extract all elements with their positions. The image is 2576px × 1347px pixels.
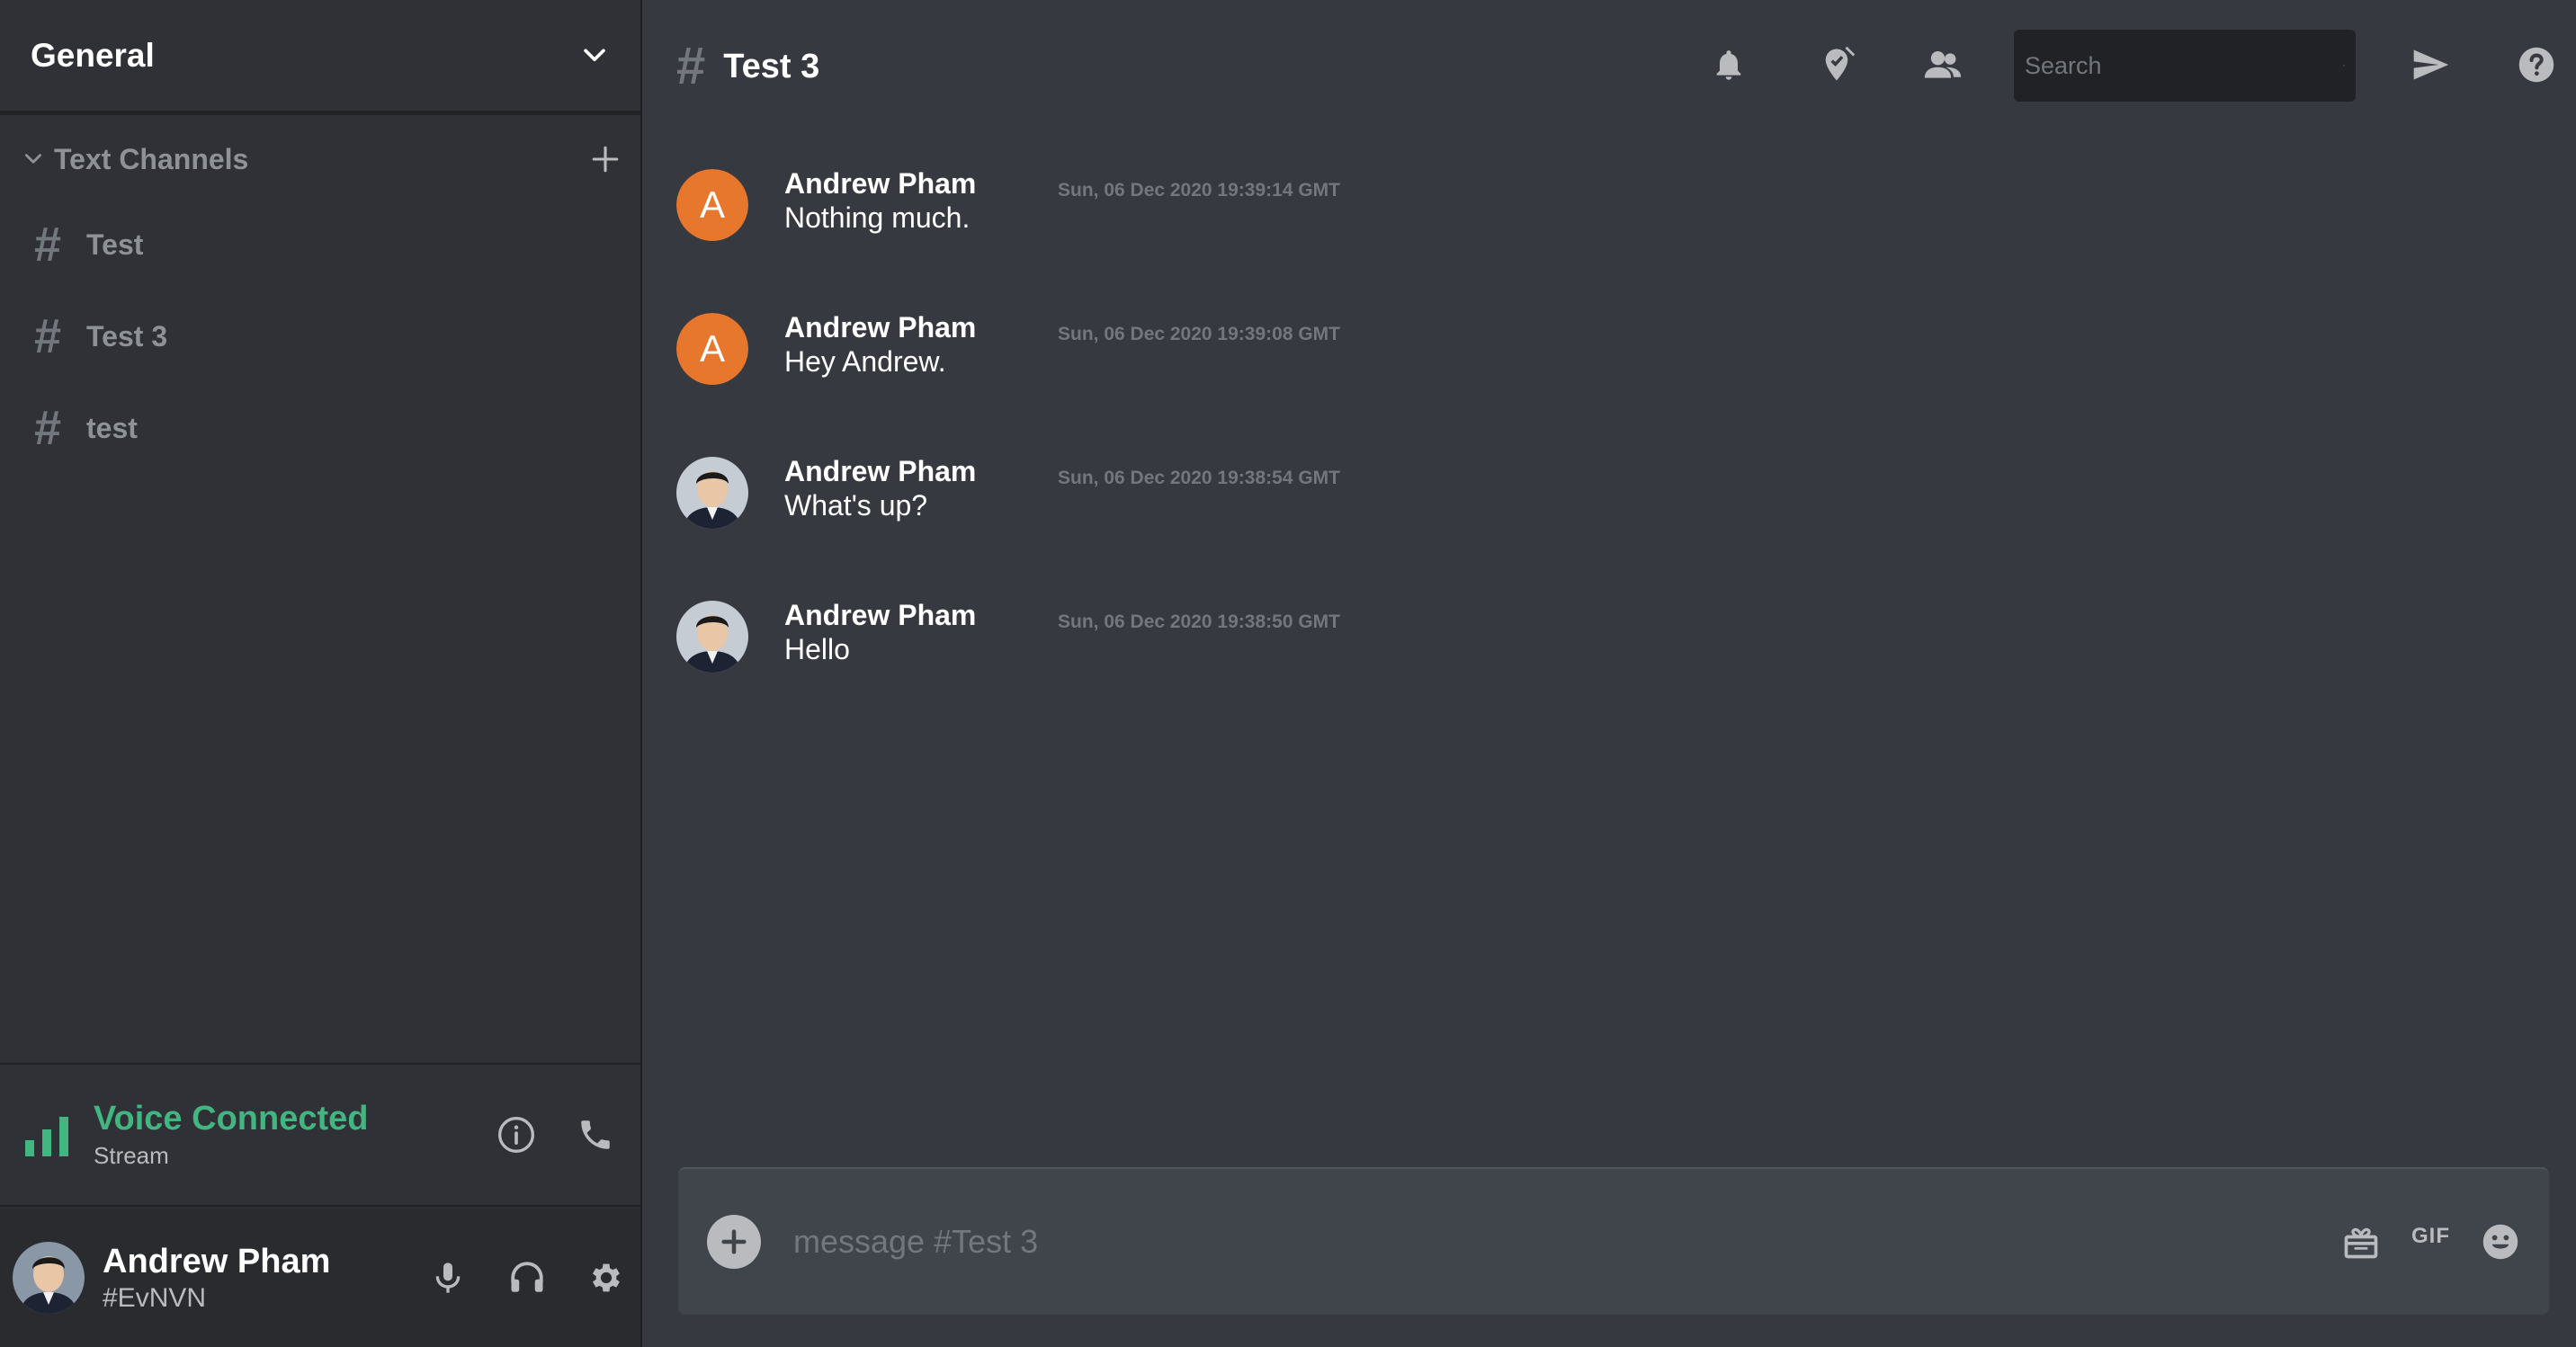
inbox-button[interactable]	[2407, 41, 2454, 88]
voice-info-button[interactable]	[495, 1113, 538, 1156]
message-item: A Andrew Pham Sun, 06 Dec 2020 19:39:08 …	[676, 311, 1936, 394]
help-icon	[2518, 47, 2554, 83]
signal-bars-icon	[25, 1117, 68, 1156]
message-input[interactable]	[793, 1223, 2311, 1261]
avatar[interactable]	[676, 457, 748, 529]
user-panel: Andrew Pham #EvNVN	[0, 1209, 640, 1347]
message-text: Hello	[784, 633, 850, 665]
search-bar[interactable]	[2014, 30, 2356, 102]
voice-status-text: Voice Connected Stream	[94, 1100, 459, 1170]
plus-circle-icon	[721, 1229, 747, 1254]
category-label: Text Channels	[54, 142, 249, 175]
gear-icon	[592, 1263, 620, 1292]
avatar[interactable]: A	[676, 313, 748, 385]
message-timestamp: Sun, 06 Dec 2020 19:38:54 GMT	[1058, 468, 1340, 488]
channel-item-test-lower[interactable]: # test	[34, 401, 610, 455]
message-author[interactable]: Andrew Pham	[784, 167, 976, 201]
phone-icon	[581, 1120, 610, 1149]
member-list-button[interactable]	[1919, 41, 1966, 88]
message-item: Andrew Pham Sun, 06 Dec 2020 19:38:54 GM…	[676, 455, 1936, 538]
attach-button[interactable]	[707, 1215, 761, 1269]
channel-item-test-3[interactable]: # Test 3	[34, 309, 610, 363]
avatar[interactable]: A	[676, 169, 748, 241]
hash-icon: #	[34, 309, 62, 363]
mute-button[interactable]	[426, 1256, 470, 1299]
hash-icon: #	[676, 37, 706, 95]
chevron-down-icon[interactable]	[579, 40, 610, 71]
disconnect-button[interactable]	[574, 1113, 617, 1156]
message-author[interactable]: Andrew Pham	[784, 599, 976, 632]
deafen-button[interactable]	[505, 1256, 549, 1299]
user-avatar-photo	[13, 1242, 85, 1314]
help-button[interactable]	[2513, 41, 2560, 88]
message-text: Nothing much.	[784, 201, 970, 234]
gift-button[interactable]	[2341, 1218, 2381, 1265]
channel-item-test[interactable]: # Test	[34, 218, 610, 272]
username: Andrew Pham	[103, 1242, 331, 1280]
message-timestamp: Sun, 06 Dec 2020 19:39:14 GMT	[1058, 180, 1340, 201]
bell-icon	[1716, 50, 1741, 80]
message-item: Andrew Pham Sun, 06 Dec 2020 19:38:50 GM…	[676, 599, 1936, 682]
user-info: Andrew Pham #EvNVN	[103, 1243, 390, 1314]
avatar-letter: A	[676, 313, 748, 385]
notifications-button[interactable]	[1705, 41, 1752, 88]
pin-icon	[1825, 46, 1856, 81]
channel-sidebar: General Text Channels # Test # Test 3 # …	[0, 0, 642, 1347]
gif-button[interactable]: GIF	[2411, 1218, 2450, 1265]
avatar-letter: A	[676, 169, 748, 241]
emoji-button[interactable]	[2481, 1218, 2520, 1265]
plus-icon[interactable]	[590, 144, 621, 174]
user-avatar-photo	[676, 601, 748, 673]
microphone-icon	[435, 1262, 461, 1293]
voice-channel-name: Stream	[94, 1142, 169, 1169]
chat-area: # Test 3 A Andrew Pham Sun, 06 Dec 2020 …	[642, 0, 2576, 1347]
pinned-messages-button[interactable]	[1813, 41, 1860, 88]
channel-label: Test 3	[86, 319, 168, 352]
info-icon	[498, 1117, 534, 1153]
message-timestamp: Sun, 06 Dec 2020 19:39:08 GMT	[1058, 324, 1340, 344]
gif-label: GIF	[2411, 1224, 2450, 1248]
message-text: What's up?	[784, 489, 928, 522]
hash-icon: #	[34, 401, 62, 455]
voice-status: Voice Connected	[94, 1100, 369, 1137]
message-author[interactable]: Andrew Pham	[784, 455, 976, 488]
headphones-icon	[511, 1262, 543, 1292]
channel-label: Test	[86, 227, 144, 261]
message-item: A Andrew Pham Sun, 06 Dec 2020 19:39:14 …	[676, 167, 1936, 250]
server-header[interactable]: General	[0, 0, 640, 115]
members-icon	[1924, 50, 1962, 78]
send-icon	[2413, 49, 2449, 80]
user-settings-button[interactable]	[585, 1256, 628, 1299]
user-avatar-photo	[676, 457, 748, 529]
search-icon[interactable]	[2343, 48, 2345, 84]
hash-icon: #	[34, 218, 62, 272]
message-timestamp: Sun, 06 Dec 2020 19:38:50 GMT	[1058, 611, 1340, 632]
search-input[interactable]	[2025, 51, 2343, 80]
avatar[interactable]	[676, 601, 748, 673]
gift-icon	[2344, 1227, 2378, 1259]
emoji-icon	[2482, 1224, 2518, 1260]
channel-label: test	[86, 411, 138, 444]
avatar[interactable]	[13, 1242, 85, 1314]
voice-connection-panel: Voice Connected Stream	[0, 1063, 640, 1207]
message-text: Hey Andrew.	[784, 345, 946, 378]
message-author[interactable]: Andrew Pham	[784, 311, 976, 344]
message-composer: GIF	[678, 1167, 2549, 1315]
category-text-channels[interactable]: Text Channels	[0, 137, 640, 182]
server-name: General	[31, 36, 155, 74]
chevron-down-icon[interactable]	[22, 147, 45, 171]
user-tag: #EvNVN	[103, 1282, 207, 1313]
